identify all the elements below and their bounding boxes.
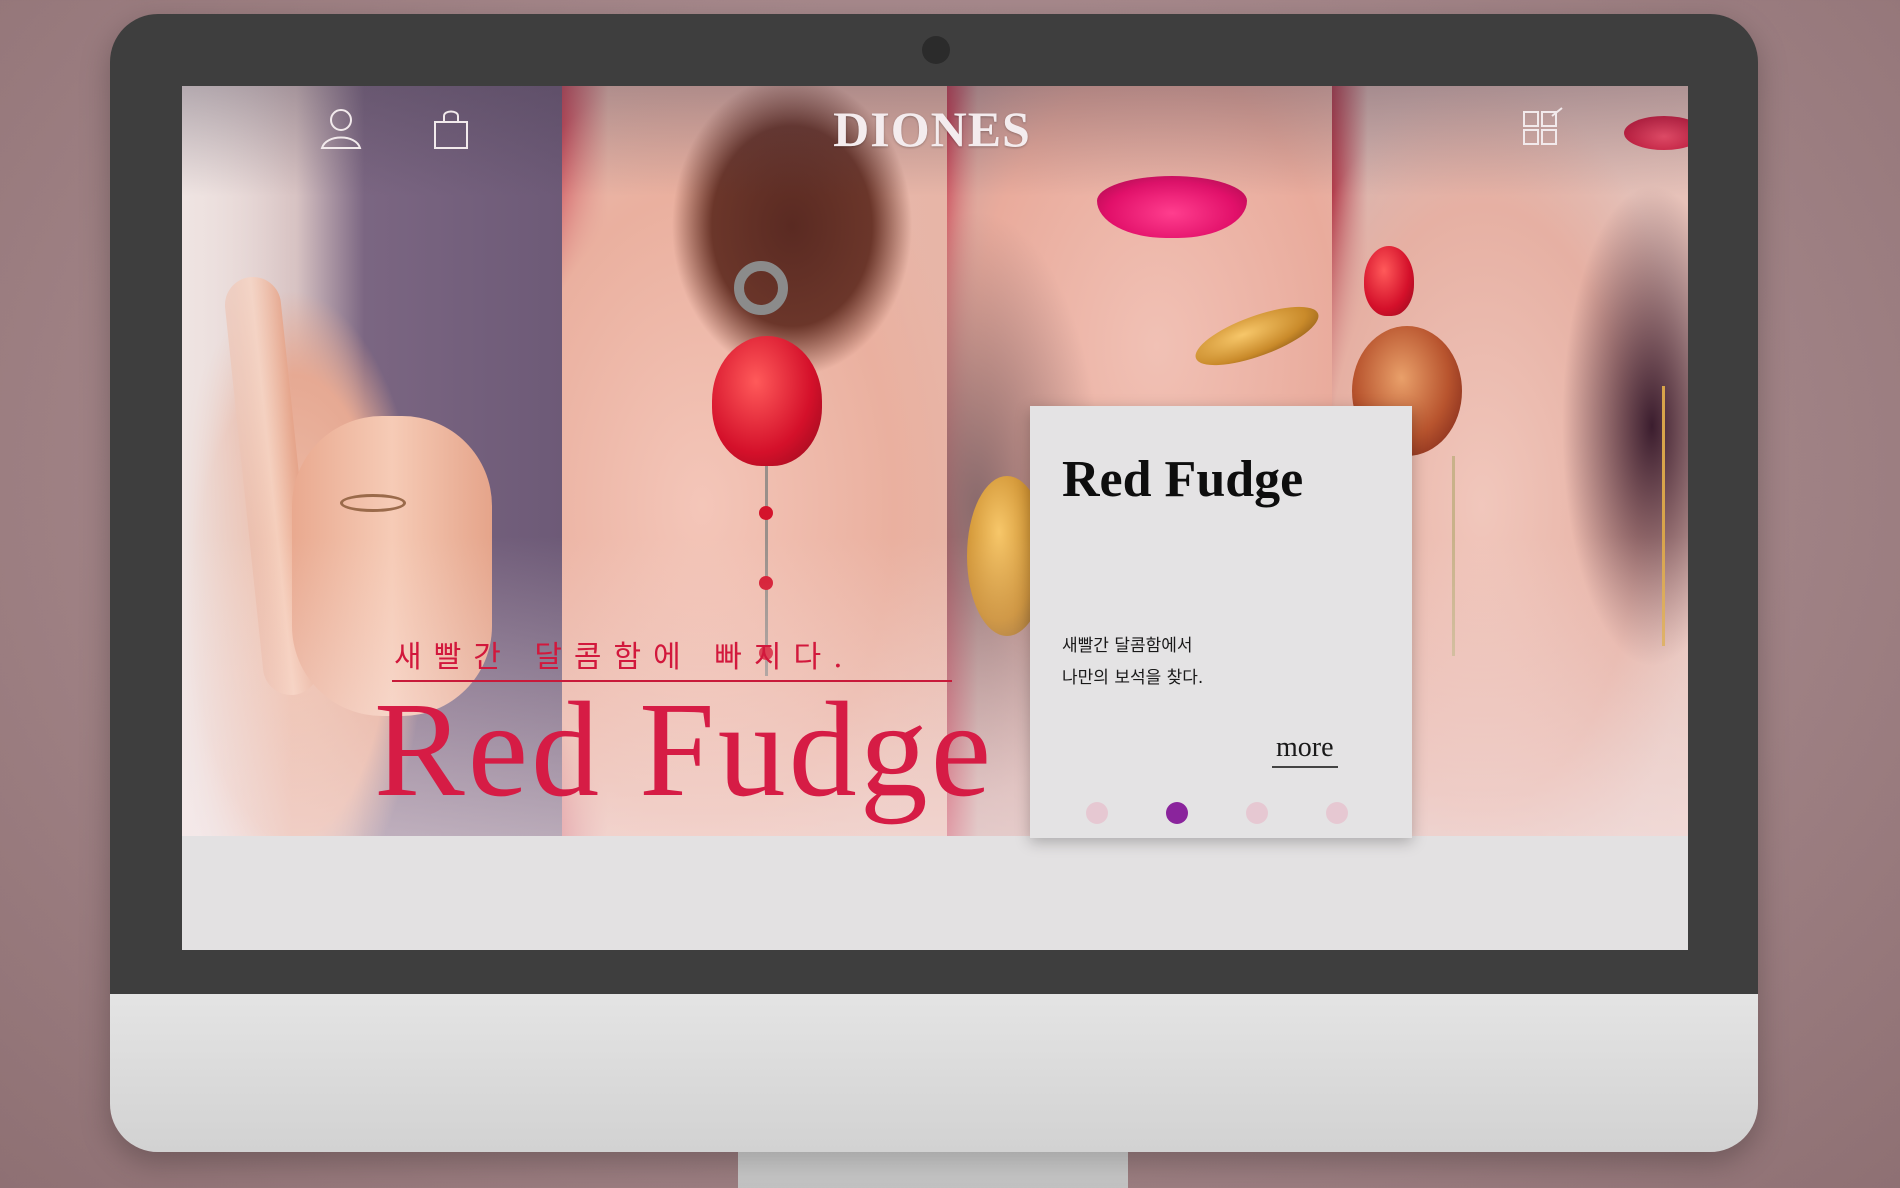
carousel-dot-3[interactable] <box>1246 802 1268 824</box>
shopping-bag-icon[interactable] <box>428 106 474 152</box>
card-description-line: 나만의 보석을 찾다. <box>1062 668 1204 688</box>
webcam-icon <box>922 36 950 64</box>
hero-banner: DIONES 새빨간 달콤함에 빠지다. Red Fudge <box>182 86 1688 836</box>
brand-logo[interactable]: DIONES <box>832 100 1032 158</box>
monitor-chin <box>110 994 1758 1152</box>
monitor-frame: DIONES 새빨간 달콤함에 빠지다. Red Fudge Red Fudge… <box>110 14 1758 1152</box>
hero-tagline: 새빨간 달콤함에 빠지다. <box>394 640 855 675</box>
necklace-shape <box>1189 294 1325 378</box>
carousel-dot-1[interactable] <box>1086 802 1108 824</box>
card-description-line: 새빨간 달콤함에서 <box>1062 636 1193 656</box>
screen: DIONES 새빨간 달콤함에 빠지다. Red Fudge Red Fudge… <box>182 86 1688 950</box>
earring-drop-shape <box>712 336 822 466</box>
product-card: Red Fudge 새빨간 달콤함에서 나만의 보석을 찾다. more <box>1030 406 1412 838</box>
earring-hoop-shape <box>734 261 788 315</box>
carousel-dot-4[interactable] <box>1326 802 1348 824</box>
content-area <box>182 836 1688 950</box>
carousel-dots <box>1086 802 1356 826</box>
card-description: 새빨간 달콤함에서 나만의 보석을 찾다. <box>1062 630 1203 694</box>
menu-grid-icon[interactable] <box>1518 106 1564 152</box>
carousel-dot-2[interactable] <box>1166 802 1188 824</box>
more-link[interactable]: more <box>1272 732 1338 768</box>
ring-shape <box>340 494 406 512</box>
hero-title: Red Fudge <box>374 675 995 825</box>
bead-shape <box>759 506 773 520</box>
card-title: Red Fudge <box>1062 451 1304 508</box>
user-icon[interactable] <box>318 106 364 152</box>
earring-drop-shape <box>1364 246 1414 316</box>
